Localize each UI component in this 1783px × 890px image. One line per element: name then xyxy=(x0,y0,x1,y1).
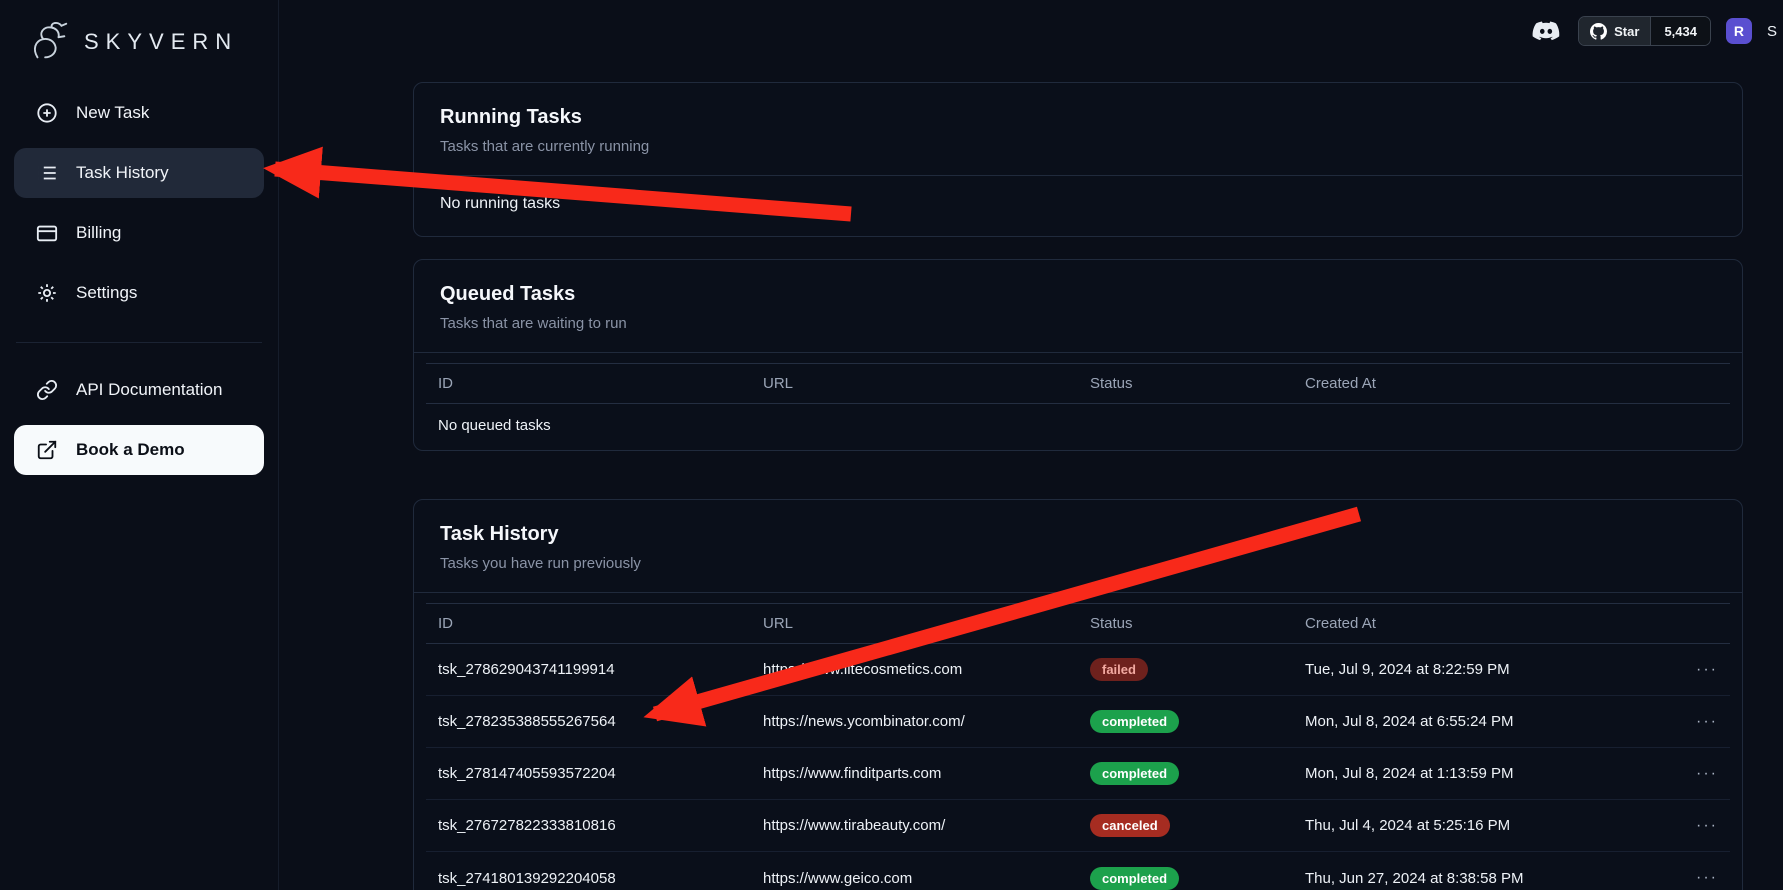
gear-icon xyxy=(36,282,58,304)
status-badge: completed xyxy=(1090,762,1179,785)
task-created-at: Tue, Jul 9, 2024 at 8:22:59 PM xyxy=(1305,661,1682,678)
task-id: tsk_278235388555267564 xyxy=(438,713,763,730)
task-id: tsk_278629043741199914 xyxy=(438,661,763,678)
column-header-url: URL xyxy=(763,375,1090,392)
sidebar-item-billing[interactable]: Billing xyxy=(14,208,264,258)
task-history-table: ID URL Status Created At tsk_27862904374… xyxy=(426,603,1730,890)
avatar[interactable]: R xyxy=(1726,18,1752,44)
status-badge: failed xyxy=(1090,658,1148,681)
task-url: https://www.finditparts.com xyxy=(763,765,1090,782)
github-star-button[interactable]: Star 5,434 xyxy=(1578,16,1711,46)
row-actions-button[interactable]: ··· xyxy=(1682,765,1718,783)
column-header-created-at: Created At xyxy=(1305,375,1682,392)
row-actions-button[interactable]: ··· xyxy=(1682,869,1718,887)
column-header-status: Status xyxy=(1090,615,1305,632)
github-star-label: Star xyxy=(1614,24,1639,39)
status-badge: completed xyxy=(1090,710,1179,733)
column-header-url: URL xyxy=(763,615,1090,632)
task-id: tsk_278147405593572204 xyxy=(438,765,763,782)
queued-tasks-header: Queued Tasks Tasks that are waiting to r… xyxy=(414,260,1742,353)
sidebar-divider xyxy=(16,342,262,343)
github-icon xyxy=(1590,23,1607,40)
table-row[interactable]: tsk_278147405593572204 https://www.findi… xyxy=(426,748,1730,800)
discord-icon[interactable] xyxy=(1529,18,1563,44)
skyvern-dragon-icon xyxy=(26,19,72,65)
task-id: tsk_274180139292204058 xyxy=(438,870,763,887)
credit-card-icon xyxy=(36,222,58,244)
task-created-at: Mon, Jul 8, 2024 at 1:13:59 PM xyxy=(1305,765,1682,782)
status-badge: canceled xyxy=(1090,814,1170,837)
book-a-demo-button[interactable]: Book a Demo xyxy=(14,425,264,475)
queued-tasks-card: Queued Tasks Tasks that are waiting to r… xyxy=(413,259,1743,451)
sidebar-item-label: Settings xyxy=(76,283,137,303)
sidebar-item-label: New Task xyxy=(76,103,149,123)
row-actions-button[interactable]: ··· xyxy=(1682,713,1718,731)
row-actions-button[interactable]: ··· xyxy=(1682,817,1718,835)
column-header-created-at: Created At xyxy=(1305,615,1682,632)
sidebar-nav: New Task Task History Billing Settings xyxy=(0,88,278,485)
table-row[interactable]: tsk_278629043741199914 https://www.litec… xyxy=(426,644,1730,696)
task-created-at: Mon, Jul 8, 2024 at 6:55:24 PM xyxy=(1305,713,1682,730)
task-created-at: Thu, Jun 27, 2024 at 8:38:58 PM xyxy=(1305,870,1682,887)
task-id: tsk_276727822333810816 xyxy=(438,817,763,834)
task-created-at: Thu, Jul 4, 2024 at 5:25:16 PM xyxy=(1305,817,1682,834)
task-url: https://www.litecosmetics.com xyxy=(763,661,1090,678)
card-subtitle: Tasks that are waiting to run xyxy=(440,314,1716,333)
user-name: S xyxy=(1767,23,1777,40)
link-icon xyxy=(36,379,58,401)
column-header-status: Status xyxy=(1090,375,1305,392)
sidebar-item-new-task[interactable]: New Task xyxy=(14,88,264,138)
task-history-card: Task History Tasks you have run previous… xyxy=(413,499,1743,890)
running-tasks-empty: No running tasks xyxy=(414,176,1742,236)
task-url: https://www.geico.com xyxy=(763,870,1090,887)
task-history-header: Task History Tasks you have run previous… xyxy=(414,500,1742,593)
task-url: https://news.ycombinator.com/ xyxy=(763,713,1090,730)
table-header-row: ID URL Status Created At xyxy=(426,364,1730,404)
topbar: Star 5,434 R S xyxy=(1529,16,1777,46)
sidebar-item-label: Book a Demo xyxy=(76,440,185,460)
running-tasks-card: Running Tasks Tasks that are currently r… xyxy=(413,82,1743,237)
sidebar-item-label: Task History xyxy=(76,163,169,183)
table-row[interactable]: tsk_274180139292204058 https://www.geico… xyxy=(426,852,1730,890)
sidebar-item-api-documentation[interactable]: API Documentation xyxy=(14,365,264,415)
queued-tasks-empty: No queued tasks xyxy=(426,404,1730,450)
running-tasks-header: Running Tasks Tasks that are currently r… xyxy=(414,83,1742,176)
external-link-icon xyxy=(36,439,58,461)
brand-name: SKYVERN xyxy=(84,29,238,55)
table-row[interactable]: tsk_278235388555267564 https://news.ycom… xyxy=(426,696,1730,748)
status-badge: completed xyxy=(1090,867,1179,890)
row-actions-button[interactable]: ··· xyxy=(1682,661,1718,679)
column-header-id: ID xyxy=(438,375,763,392)
card-title: Queued Tasks xyxy=(440,281,1716,307)
sidebar-item-label: API Documentation xyxy=(76,380,222,400)
column-header-id: ID xyxy=(438,615,763,632)
table-row[interactable]: tsk_276727822333810816 https://www.tirab… xyxy=(426,800,1730,852)
task-url: https://www.tirabeauty.com/ xyxy=(763,817,1090,834)
sidebar-item-task-history[interactable]: Task History xyxy=(14,148,264,198)
list-icon xyxy=(36,162,58,184)
card-title: Running Tasks xyxy=(440,104,1716,130)
card-subtitle: Tasks that are currently running xyxy=(440,137,1716,156)
table-header-row: ID URL Status Created At xyxy=(426,604,1730,644)
main-content: Running Tasks Tasks that are currently r… xyxy=(279,0,1783,890)
card-title: Task History xyxy=(440,521,1716,547)
brand-logo[interactable]: SKYVERN xyxy=(0,10,278,74)
card-subtitle: Tasks you have run previously xyxy=(440,554,1716,573)
plus-circle-icon xyxy=(36,102,58,124)
sidebar-item-settings[interactable]: Settings xyxy=(14,268,264,318)
queued-tasks-table: ID URL Status Created At No queued tasks xyxy=(426,363,1730,450)
github-star-count[interactable]: 5,434 xyxy=(1650,17,1710,45)
sidebar: SKYVERN New Task Task History Billing Se… xyxy=(0,0,279,890)
sidebar-item-label: Billing xyxy=(76,223,121,243)
